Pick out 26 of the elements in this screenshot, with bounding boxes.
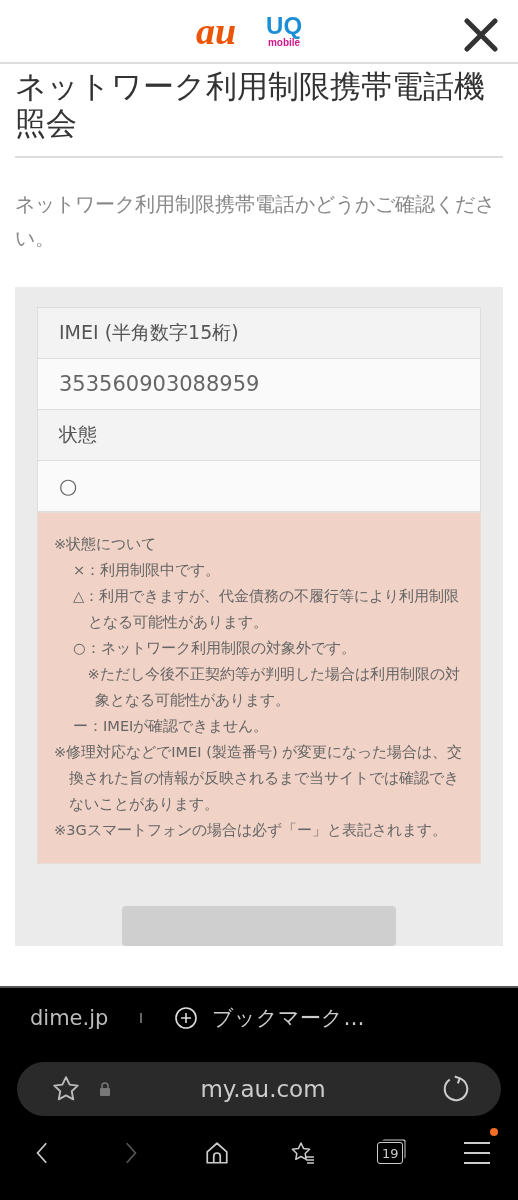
bookmark-link[interactable]: dime.jp [30,1006,109,1030]
note-text: ※ただし今後不正契約等が判明した場合は利用制限の対象となる可能性があります。 [86,664,461,710]
note-text: ー：IMEIが確認できません。 [72,716,270,736]
plus-circle-icon[interactable] [174,1006,199,1030]
reload-icon[interactable] [441,1074,471,1104]
description-text: ネットワーク利用制限携帯電話かどうかご確認ください。 [15,192,496,252]
add-bookmark-link[interactable]: ブックマーク… [212,1004,365,1032]
note-text: ※3Gスマートフォンの場合は必ず「ー」と表記されます。 [54,820,448,840]
field-value: 353560903088959 [38,359,480,410]
note-text: ※修理対応などでIMEI (製造番号) が変更になった場合は、交換された旨の情報が反映されるまで当サイトでは確認できないことがあります。 [54,742,464,814]
url-text: my.au.com [199,1076,327,1102]
au-logo: au [195,12,237,50]
address-bar[interactable]: my.au.com [17,1062,501,1116]
field-value: ○ [38,461,480,512]
note-text: ×：利用制限中です。 [72,560,222,580]
lock-icon [99,1082,111,1096]
note-text: ○：ネットワーク利用制限の対象外です。 [72,638,357,658]
note-text: △：利用できますが、代金債務の不履行等により利用制限となる可能性があります。 [72,586,461,632]
page-title: ネットワーク利用制限携帯電話機照会 [15,68,486,142]
note-text: ※状態について [54,534,158,554]
field-label: IMEI (半角数字15桁) [38,308,480,359]
tabs-button[interactable]: 19 [377,1142,404,1164]
close-icon[interactable] [464,18,498,52]
field-label: 状態 [38,410,480,461]
uq-mobile-logo: UQ mobile [266,14,303,48]
bookmark-list-icon[interactable] [290,1139,317,1167]
